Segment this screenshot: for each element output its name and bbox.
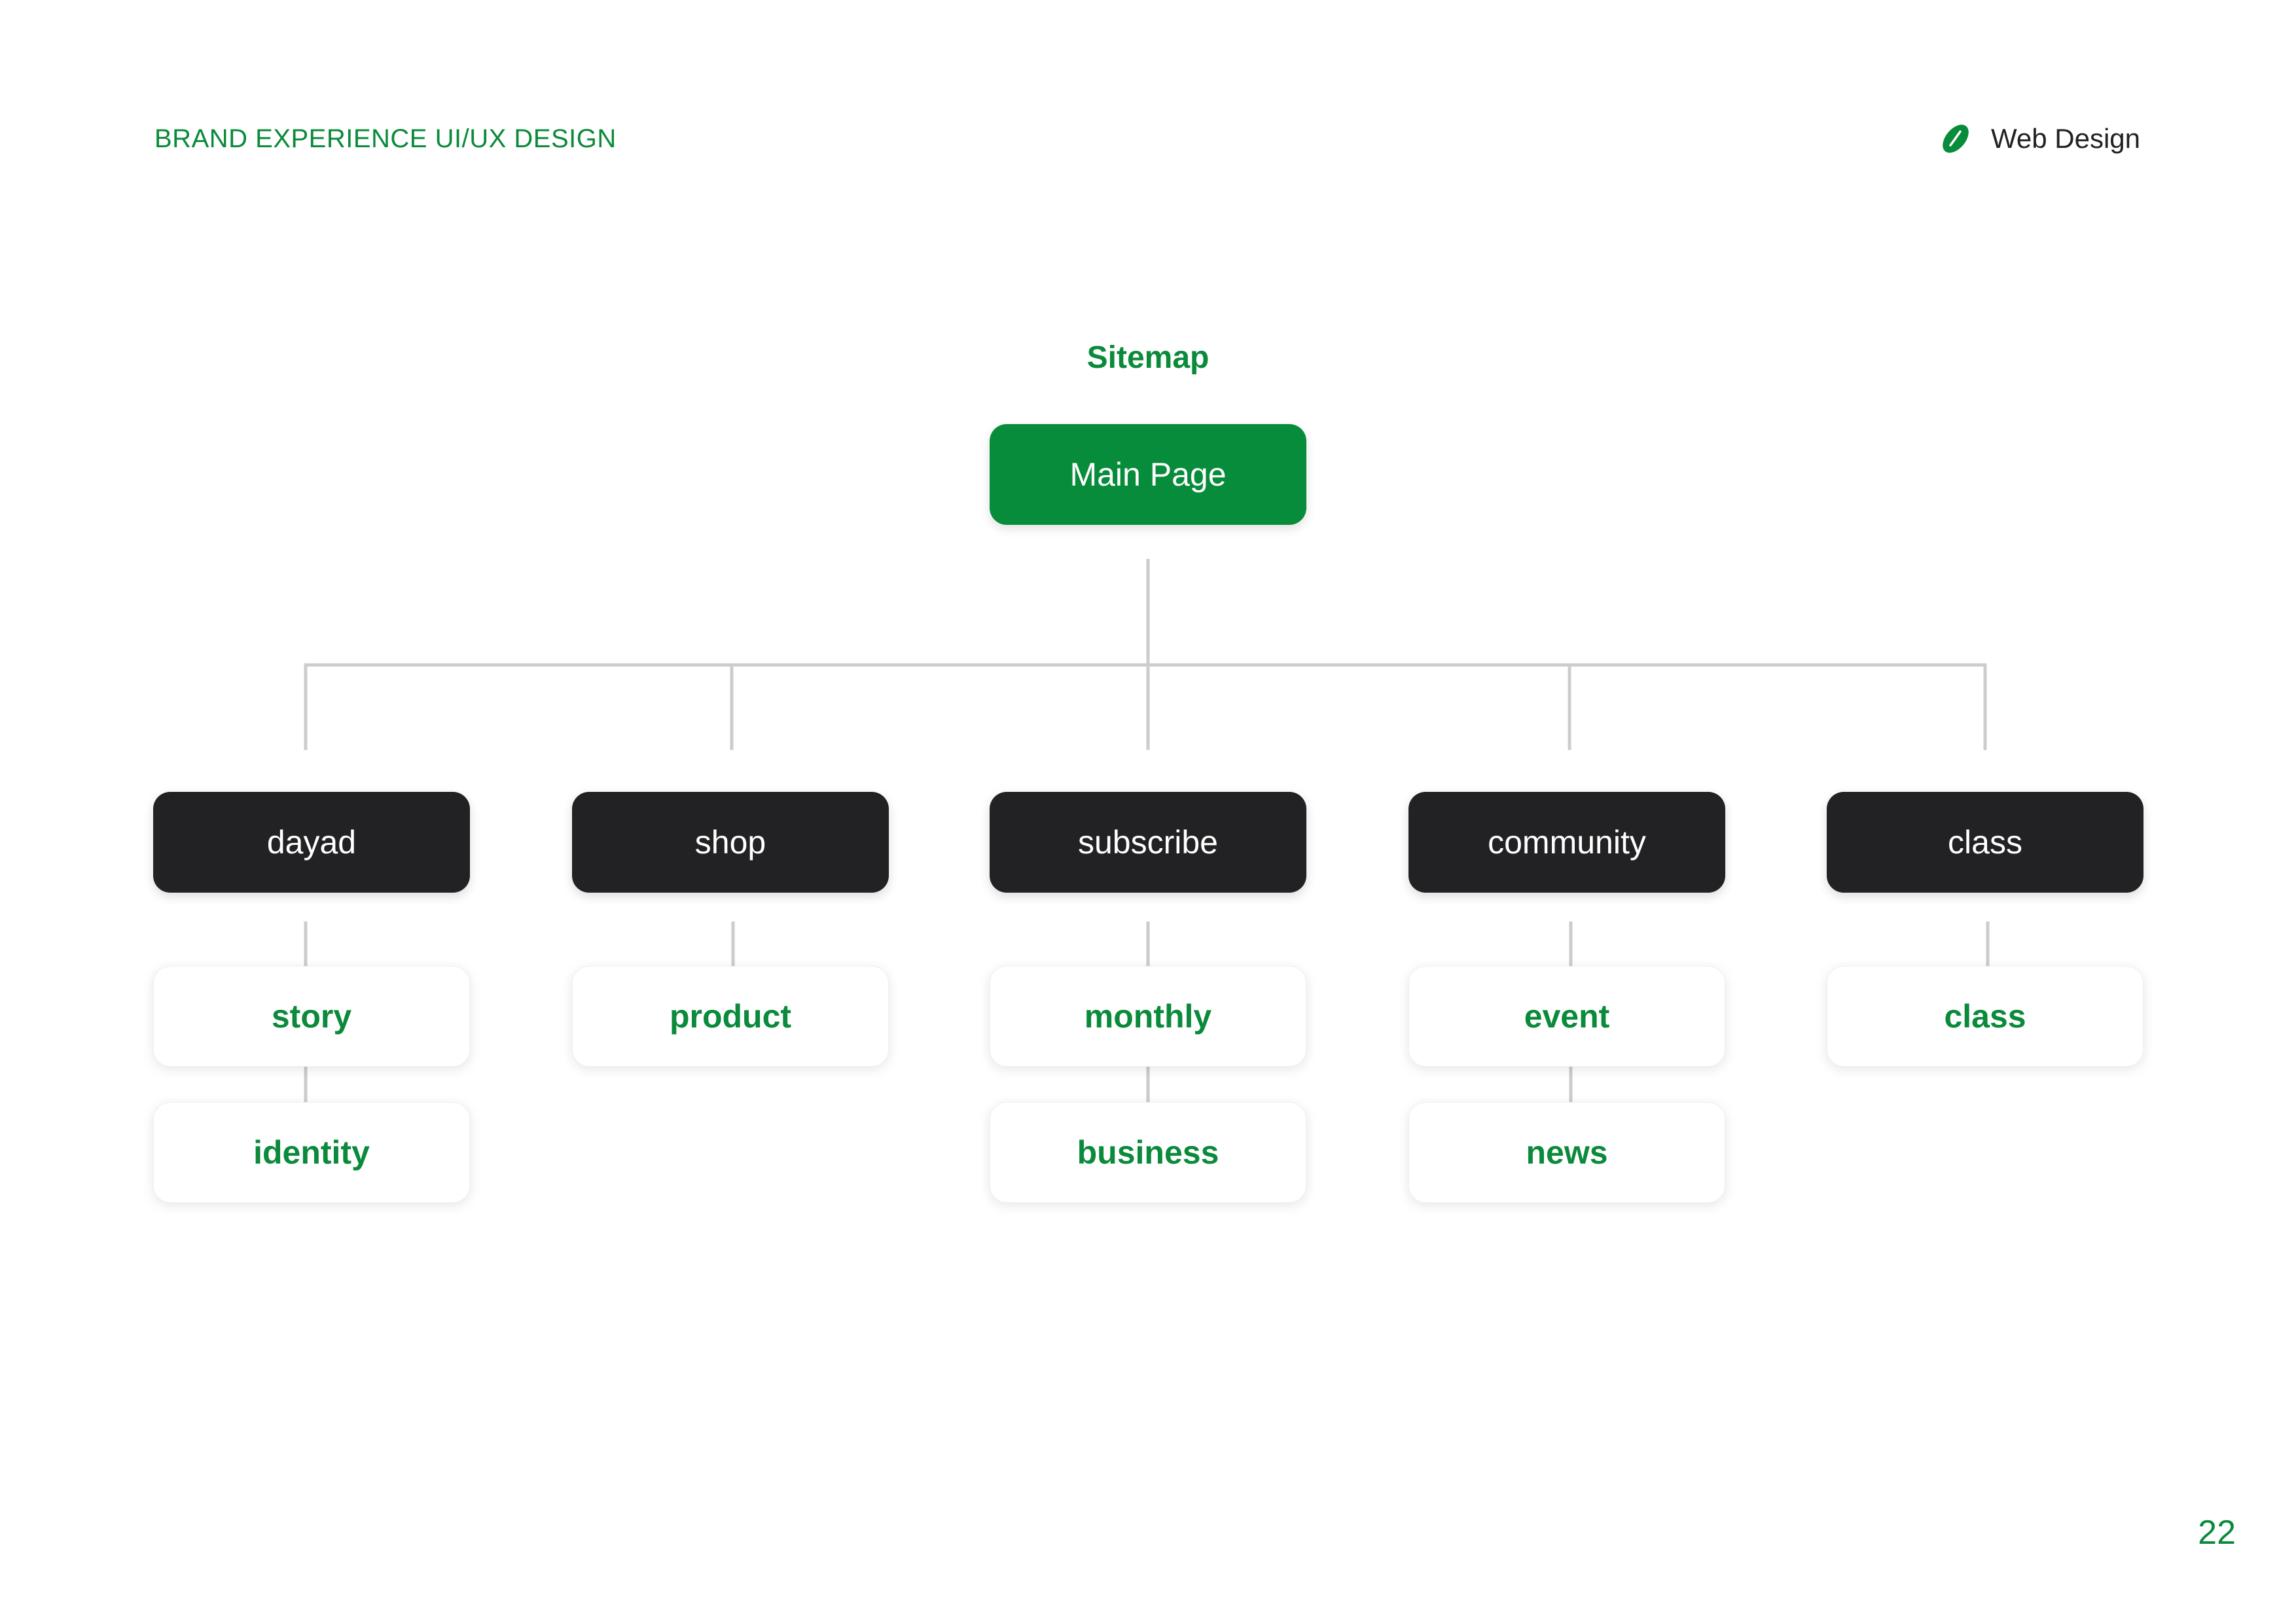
- node-product: product: [572, 966, 889, 1067]
- node-class: class: [1827, 792, 2144, 893]
- node-story: story: [153, 966, 470, 1067]
- node-event: event: [1408, 966, 1725, 1067]
- node-news: news: [1408, 1102, 1725, 1203]
- node-business: business: [990, 1102, 1306, 1203]
- node-main-page: Main Page: [990, 424, 1306, 525]
- node-shop: shop: [572, 792, 889, 893]
- node-subscribe: subscribe: [990, 792, 1306, 893]
- page-number: 22: [2198, 1514, 2236, 1552]
- node-community: community: [1408, 792, 1725, 893]
- node-dayad: dayad: [153, 792, 470, 893]
- node-class-child: class: [1827, 966, 2144, 1067]
- node-identity: identity: [153, 1102, 470, 1203]
- node-monthly: monthly: [990, 966, 1306, 1067]
